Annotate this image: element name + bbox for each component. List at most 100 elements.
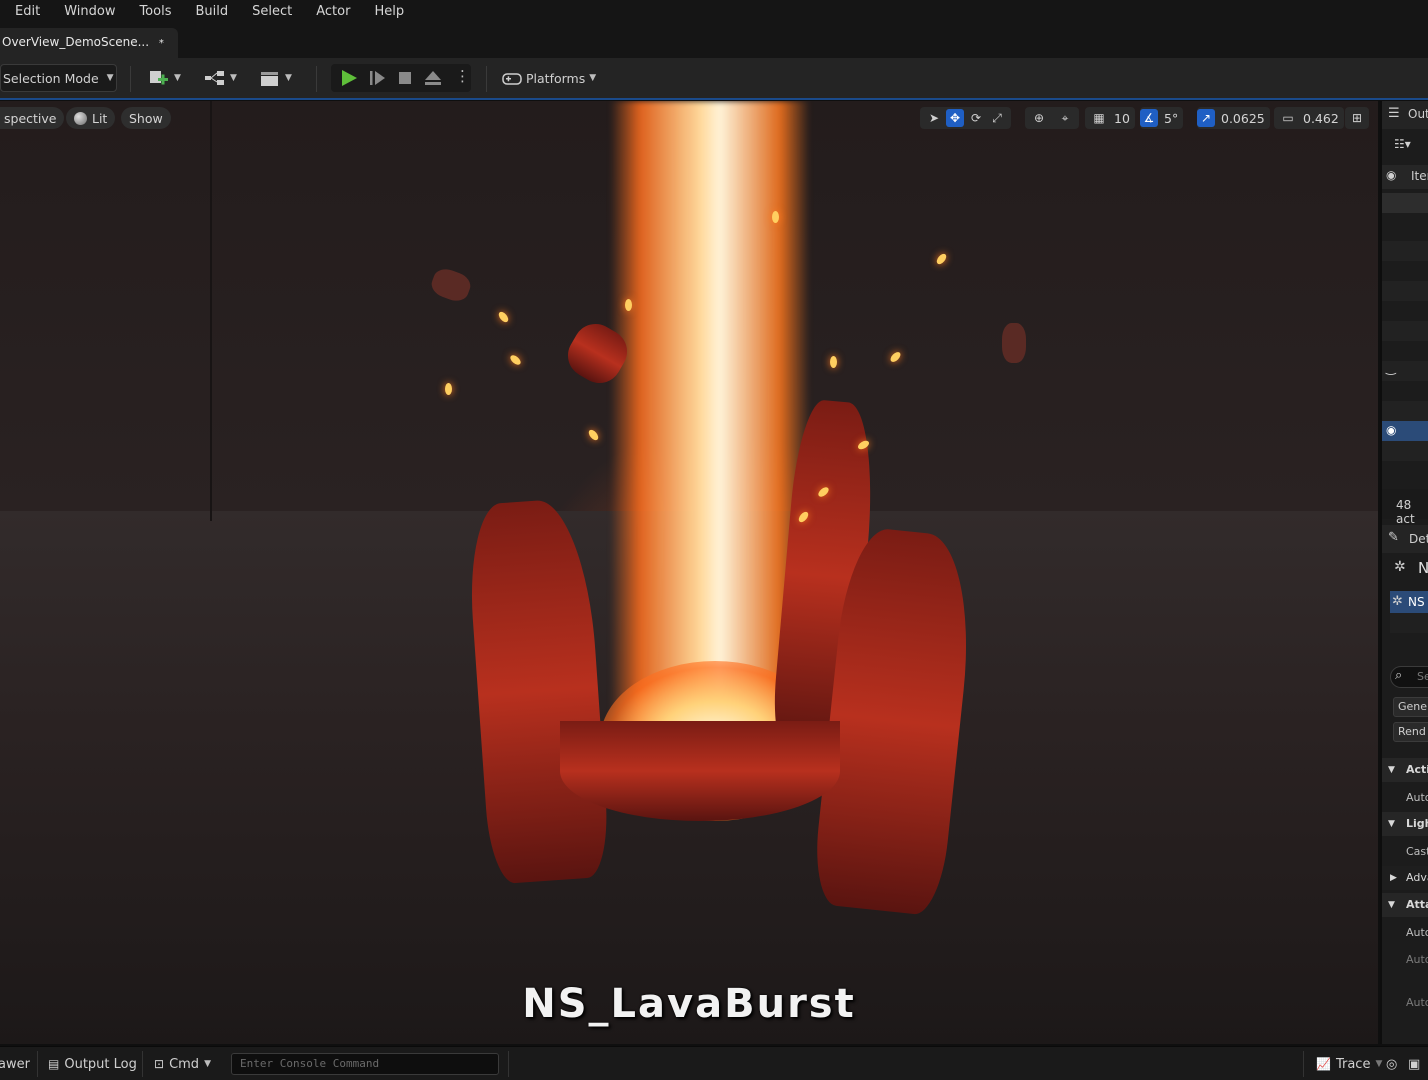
output-log-button[interactable]: ▤ Output Log xyxy=(48,1054,137,1074)
move-icon[interactable]: ✥ xyxy=(946,109,964,127)
terminal-icon: ⊡ xyxy=(154,1057,165,1071)
scale-icon[interactable]: ⤢ xyxy=(988,109,1006,127)
toolbar-divider xyxy=(486,66,487,92)
perspective-dropdown[interactable]: spective xyxy=(0,107,65,129)
tab-dirty-marker: * xyxy=(158,38,164,49)
component-row-selected[interactable]: ✲ NS xyxy=(1390,591,1428,613)
prop-cast: Cast xyxy=(1406,845,1428,858)
viewport-layout-button[interactable]: ⊞ xyxy=(1345,107,1369,129)
scale-snap-toggle[interactable]: ↗ 0.0625 xyxy=(1197,107,1270,129)
section-advanced[interactable]: ▶ Adva xyxy=(1382,866,1428,890)
main-toolbar: Selection Mode ▼ ▼ ▼ ▼ ⋮ Platforms ▼ xyxy=(0,58,1428,100)
details-actor-name[interactable]: N xyxy=(1418,559,1428,577)
chevron-down-icon: ▼ xyxy=(1375,1059,1383,1069)
menu-window[interactable]: Window xyxy=(52,0,127,24)
cmd-dropdown[interactable]: ⊡ Cmd ▼ xyxy=(154,1054,211,1074)
outliner-icon: ☰ xyxy=(1388,106,1400,121)
blueprint-button[interactable]: ▼ xyxy=(204,64,237,92)
details-search-input[interactable]: ⌕ Se xyxy=(1390,666,1428,688)
grid-snap-toggle[interactable]: ▦ 10 xyxy=(1085,107,1135,129)
menu-actor[interactable]: Actor xyxy=(304,0,362,24)
play-icon[interactable] xyxy=(339,68,359,88)
camera-speed-button[interactable]: ▭ 0.462 xyxy=(1274,107,1344,129)
visibility-eye-icon[interactable]: ◉ xyxy=(1386,168,1396,182)
rotate-icon[interactable]: ⟳ xyxy=(967,109,985,127)
trace-label: Trace xyxy=(1335,1056,1371,1072)
chevron-down-icon: ▼ xyxy=(204,1059,211,1069)
chevron-down-icon: ▼ xyxy=(174,73,181,83)
outliner-column-item[interactable]: Iter xyxy=(1411,169,1428,183)
chevron-down-icon: ▼ xyxy=(1388,819,1395,829)
flying-rock xyxy=(428,265,474,305)
stop-icon[interactable] xyxy=(395,68,415,88)
outliner-header[interactable]: ☰ Out xyxy=(1382,101,1428,129)
coordinate-tools: ⊕ ⌖ xyxy=(1025,107,1079,129)
output-log-icon: ▤ xyxy=(48,1057,60,1071)
add-actor-button[interactable]: ▼ xyxy=(148,64,181,92)
tab-level[interactable]: OverView_DemoScene... * xyxy=(0,28,178,58)
selection-mode-label: Selection Mode xyxy=(3,70,99,86)
outliner-row[interactable] xyxy=(1382,401,1428,421)
outliner-row[interactable] xyxy=(1382,281,1428,301)
layout-grid-icon: ⊞ xyxy=(1351,111,1363,125)
filter-rendering-button[interactable]: Rend xyxy=(1393,722,1428,742)
clapperboard-icon xyxy=(261,72,278,86)
search-placeholder: Se xyxy=(1417,670,1428,683)
component-name: NS xyxy=(1408,595,1425,609)
section-lighting-label: Light xyxy=(1406,817,1428,830)
status-divider xyxy=(1303,1051,1304,1077)
show-dropdown[interactable]: Show xyxy=(121,107,171,129)
chevron-down-icon: ▼ xyxy=(285,73,292,83)
ember xyxy=(625,299,632,311)
outliner-column-header: ◉ Iter xyxy=(1382,165,1428,189)
outliner-row[interactable] xyxy=(1382,441,1428,461)
platforms-dropdown[interactable]: Platforms ▼ xyxy=(502,64,596,92)
camera-speed-value: 0.462 xyxy=(1303,110,1339,126)
filter-icon[interactable]: ☷▾ xyxy=(1394,137,1411,151)
cinematics-button[interactable]: ▼ xyxy=(259,64,292,92)
visibility-eye-icon[interactable]: ◉ xyxy=(1386,423,1396,437)
status-divider xyxy=(37,1051,38,1077)
world-local-icon[interactable]: ⊕ xyxy=(1030,109,1048,127)
menu-select[interactable]: Select xyxy=(240,0,304,24)
step-forward-icon[interactable] xyxy=(367,68,387,88)
derived-data-button[interactable]: ◎ xyxy=(1386,1054,1397,1074)
console-input[interactable]: Enter Console Command xyxy=(231,1053,499,1075)
level-viewport[interactable]: spective Lit Show ➤ ✥ ⟳ ⤢ ⊕ ⌖ ▦ 10 ∡ 5° … xyxy=(0,101,1378,1044)
blueprint-icon xyxy=(205,71,224,85)
menu-build[interactable]: Build xyxy=(183,0,240,24)
selection-mode-dropdown[interactable]: Selection Mode ▼ xyxy=(0,64,117,92)
prop-auto-activate: Auto xyxy=(1406,791,1428,804)
outliner-row[interactable] xyxy=(1382,193,1428,213)
ember xyxy=(772,211,779,223)
ember xyxy=(934,252,949,266)
eject-icon[interactable] xyxy=(423,68,443,88)
section-activation[interactable]: ▼ Activ xyxy=(1382,758,1428,782)
rotation-snap-toggle[interactable]: ∡ 5° xyxy=(1140,107,1184,129)
outliner-row[interactable] xyxy=(1382,321,1428,341)
outliner-row[interactable] xyxy=(1382,241,1428,261)
component-row[interactable] xyxy=(1390,613,1428,633)
select-arrow-icon[interactable]: ➤ xyxy=(925,109,943,127)
more-options-icon[interactable]: ⋮ xyxy=(455,67,470,85)
derived-data-icon: ◎ xyxy=(1386,1056,1398,1072)
surface-snap-icon[interactable]: ⌖ xyxy=(1056,109,1074,127)
platforms-label: Platforms xyxy=(526,70,586,86)
view-mode-dropdown[interactable]: Lit xyxy=(66,107,116,129)
hidden-eye-icon[interactable]: ‿ xyxy=(1386,361,1396,375)
chevron-down-icon: ▼ xyxy=(1388,900,1395,910)
content-drawer-button[interactable]: awer xyxy=(0,1054,30,1074)
menu-help[interactable]: Help xyxy=(362,0,416,24)
menu-tools[interactable]: Tools xyxy=(127,0,183,24)
menu-edit[interactable]: Edit xyxy=(0,0,52,24)
status-divider xyxy=(142,1051,143,1077)
section-lighting[interactable]: ▼ Light xyxy=(1382,812,1428,836)
source-control-icon: ▣ xyxy=(1408,1056,1421,1072)
details-header[interactable]: ✎ Det xyxy=(1382,525,1428,553)
outliner-row-selected[interactable]: ◉ xyxy=(1382,421,1428,441)
source-control-button[interactable]: ▣ xyxy=(1408,1054,1420,1074)
trace-button[interactable]: 📈 Trace ▼ xyxy=(1316,1054,1382,1074)
tab-bar: OverView_DemoScene... * xyxy=(0,24,1428,58)
section-attachment[interactable]: ▼ Attac xyxy=(1382,893,1428,917)
filter-general-button[interactable]: Gene xyxy=(1393,697,1428,717)
